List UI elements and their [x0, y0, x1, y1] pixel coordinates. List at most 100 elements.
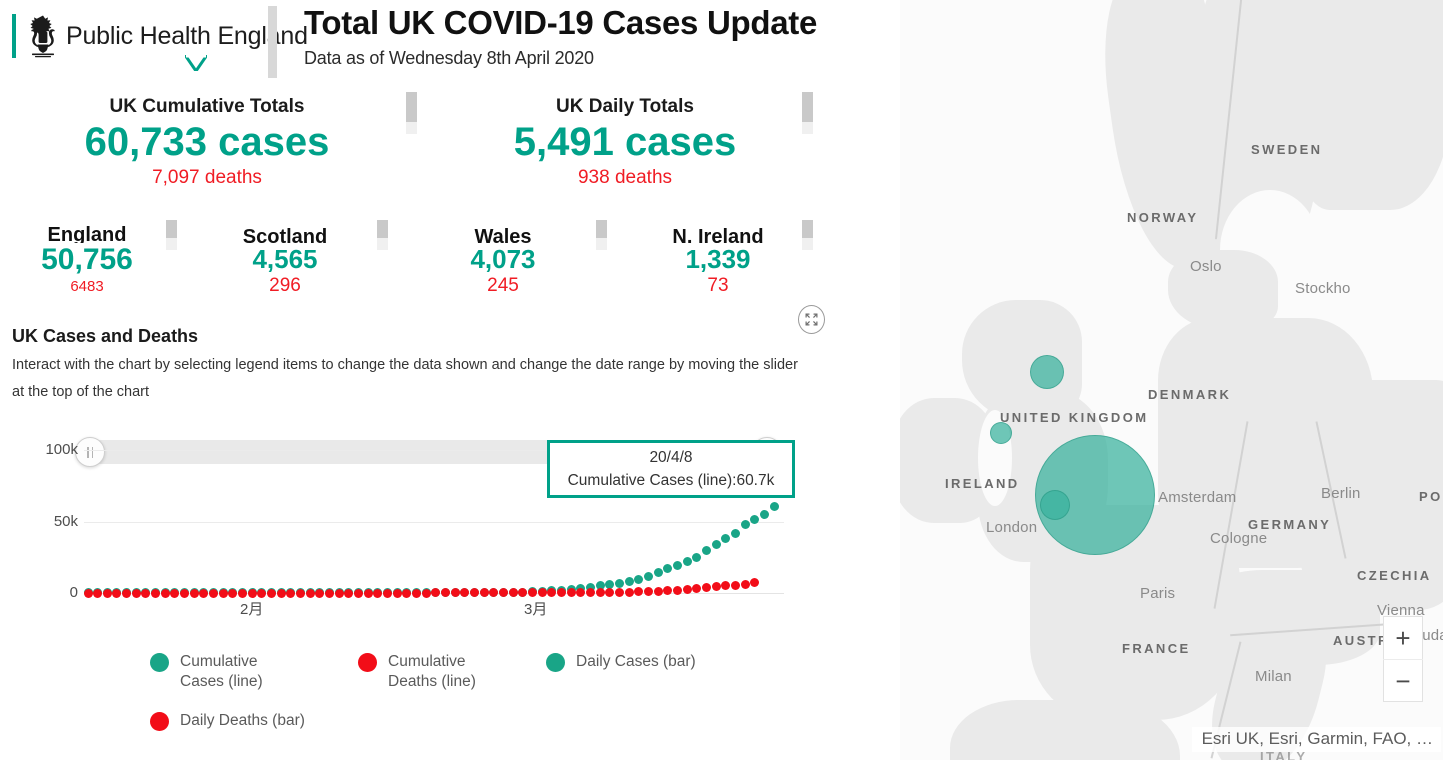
chart-point-cumulative-deaths[interactable] [315, 588, 325, 598]
map-zoom-in-button[interactable]: + [1383, 617, 1423, 659]
nation-scrollbar-2[interactable] [377, 220, 388, 250]
chart-point-cumulative-deaths[interactable] [537, 588, 547, 598]
chart-point-cumulative-deaths[interactable] [180, 588, 190, 598]
chart-point-cumulative-deaths[interactable] [624, 587, 634, 597]
chart-point-cumulative-deaths[interactable] [267, 588, 277, 598]
chart-point-cumulative-deaths[interactable] [131, 588, 141, 598]
chart-point-cumulative-deaths[interactable] [238, 588, 248, 598]
chart-point-cumulative-deaths[interactable] [412, 588, 421, 598]
kpi-scrollbar-right[interactable] [802, 92, 813, 134]
chart-point-cumulative-deaths[interactable] [344, 588, 354, 598]
chart-point-cumulative-deaths[interactable] [325, 588, 335, 598]
chart-point-cumulative-deaths[interactable] [151, 588, 161, 598]
chart-description: Interact with the chart by selecting leg… [12, 357, 798, 400]
chart-point-cumulative-deaths[interactable] [363, 588, 373, 598]
chart-point-cumulative-cases[interactable] [634, 574, 644, 584]
chart-point-cumulative-cases[interactable] [759, 509, 769, 519]
chart-point-cumulative-deaths[interactable] [692, 584, 702, 594]
nation-scrollbar-1[interactable] [166, 220, 177, 250]
nation-scrollbar-3[interactable] [596, 220, 607, 250]
chart-point-cumulative-deaths[interactable] [160, 588, 170, 598]
chart-point-cumulative-cases[interactable] [701, 546, 711, 556]
chart-point-cumulative-deaths[interactable] [83, 588, 93, 598]
chart-point-cumulative-deaths[interactable] [354, 588, 364, 598]
chart-point-cumulative-deaths[interactable] [122, 588, 132, 598]
chart-point-cumulative-cases[interactable] [624, 576, 634, 586]
chart-point-cumulative-cases[interactable] [653, 567, 663, 577]
chart-point-cumulative-deaths[interactable] [218, 588, 228, 598]
chart-point-cumulative-deaths[interactable] [614, 587, 624, 597]
chart-point-cumulative-deaths[interactable] [112, 588, 122, 598]
legend-item-daily-deaths[interactable]: Daily Deaths (bar) [150, 711, 305, 731]
map-zoom-controls[interactable]: + − [1383, 616, 1423, 702]
map-zoom-out-button[interactable]: − [1383, 659, 1423, 701]
legend-item-daily-cases[interactable]: Daily Cases (bar) [546, 652, 696, 672]
chart-point-cumulative-deaths[interactable] [383, 588, 393, 598]
chart-point-cumulative-cases[interactable] [740, 520, 750, 530]
map-land-alps-region [1200, 570, 1380, 665]
chart-point-cumulative-deaths[interactable] [701, 583, 711, 593]
chart-point-cumulative-deaths[interactable] [209, 588, 219, 598]
chart-tooltip: 20/4/8 Cumulative Cases (line):60.7k [547, 440, 795, 498]
chart-point-cumulative-deaths[interactable] [750, 578, 760, 588]
chart-point-cumulative-deaths[interactable] [421, 588, 431, 598]
legend-item-cumulative-cases[interactable]: Cumulative Cases (line) [150, 652, 300, 692]
map-label-uk-line1: UNITED KINGDOM [1000, 410, 1149, 425]
nation-northern-ireland: N. Ireland 1,339 73 [643, 226, 793, 298]
chart-point-cumulative-deaths[interactable] [93, 588, 103, 598]
chart-point-cumulative-deaths[interactable] [170, 588, 180, 598]
map-label-stockholm: Stockho [1295, 280, 1351, 297]
chart-point-cumulative-cases[interactable] [614, 578, 624, 588]
chart-point-cumulative-deaths[interactable] [334, 588, 344, 598]
chart-point-cumulative-deaths[interactable] [276, 588, 286, 598]
map-panel[interactable]: SWEDEN NORWAY DENMARK UNITED KINGDOM IRE… [900, 0, 1443, 760]
chart-point-cumulative-deaths[interactable] [286, 588, 296, 598]
chart-point-cumulative-deaths[interactable] [247, 588, 257, 598]
chart-point-cumulative-cases[interactable] [711, 540, 721, 550]
kpi-scrollbar-left[interactable] [406, 92, 417, 134]
chart-point-cumulative-deaths[interactable] [585, 588, 595, 598]
chart-point-cumulative-deaths[interactable] [663, 586, 673, 596]
legend-item-cumulative-deaths[interactable]: Cumulative Deaths (line) [358, 652, 508, 692]
chart-point-cumulative-cases[interactable] [750, 514, 760, 524]
chart-point-cumulative-deaths[interactable] [402, 588, 412, 598]
chart-point-cumulative-deaths[interactable] [189, 588, 199, 598]
chart-point-cumulative-deaths[interactable] [228, 588, 238, 598]
expand-fullscreen-icon[interactable] [798, 305, 825, 334]
chart-point-cumulative-deaths[interactable] [711, 582, 721, 592]
chart-point-cumulative-cases[interactable] [663, 564, 673, 574]
chart-point-cumulative-deaths[interactable] [199, 588, 209, 598]
chart-point-cumulative-cases[interactable] [682, 556, 692, 566]
chart-point-cumulative-deaths[interactable] [682, 585, 692, 595]
map-bubble-scotland[interactable] [1030, 355, 1064, 389]
kpi-cumulative-deaths: 7,097 deaths [152, 166, 262, 188]
chart-point-cumulative-cases[interactable] [730, 528, 740, 538]
chart-point-cumulative-deaths[interactable] [141, 588, 151, 598]
kpi-daily-deaths: 938 deaths [577, 166, 673, 188]
chart-point-cumulative-deaths[interactable] [392, 588, 402, 598]
nation-scrollbar-4[interactable] [802, 220, 813, 250]
chart-point-cumulative-deaths[interactable] [643, 587, 653, 597]
map-label-ireland: IRELAND [945, 476, 1020, 491]
chart-point-cumulative-deaths[interactable] [373, 588, 383, 598]
map-bubble-northern-ireland[interactable] [990, 422, 1012, 444]
chart-point-cumulative-cases[interactable] [769, 501, 779, 511]
chart-point-cumulative-deaths[interactable] [730, 580, 740, 590]
chart-point-cumulative-cases[interactable] [672, 560, 682, 570]
chart-point-cumulative-deaths[interactable] [740, 579, 750, 589]
map-bubble-wales[interactable] [1040, 490, 1070, 520]
chart-point-cumulative-deaths[interactable] [566, 588, 576, 598]
map-label-london: London [986, 519, 1038, 536]
chart-point-cumulative-deaths[interactable] [296, 588, 306, 598]
chart-point-cumulative-deaths[interactable] [653, 586, 663, 596]
chart-point-cumulative-cases[interactable] [692, 552, 702, 562]
chart-point-cumulative-deaths[interactable] [721, 581, 731, 591]
chart-point-cumulative-deaths[interactable] [102, 588, 112, 598]
chart-point-cumulative-cases[interactable] [721, 533, 731, 543]
chart-point-cumulative-deaths[interactable] [595, 588, 605, 598]
ytick-0: 0 [69, 584, 78, 601]
chart-point-cumulative-deaths[interactable] [305, 588, 315, 598]
chart-point-cumulative-deaths[interactable] [257, 588, 267, 598]
chart-point-cumulative-deaths[interactable] [672, 585, 682, 595]
chart-point-cumulative-cases[interactable] [643, 571, 653, 581]
